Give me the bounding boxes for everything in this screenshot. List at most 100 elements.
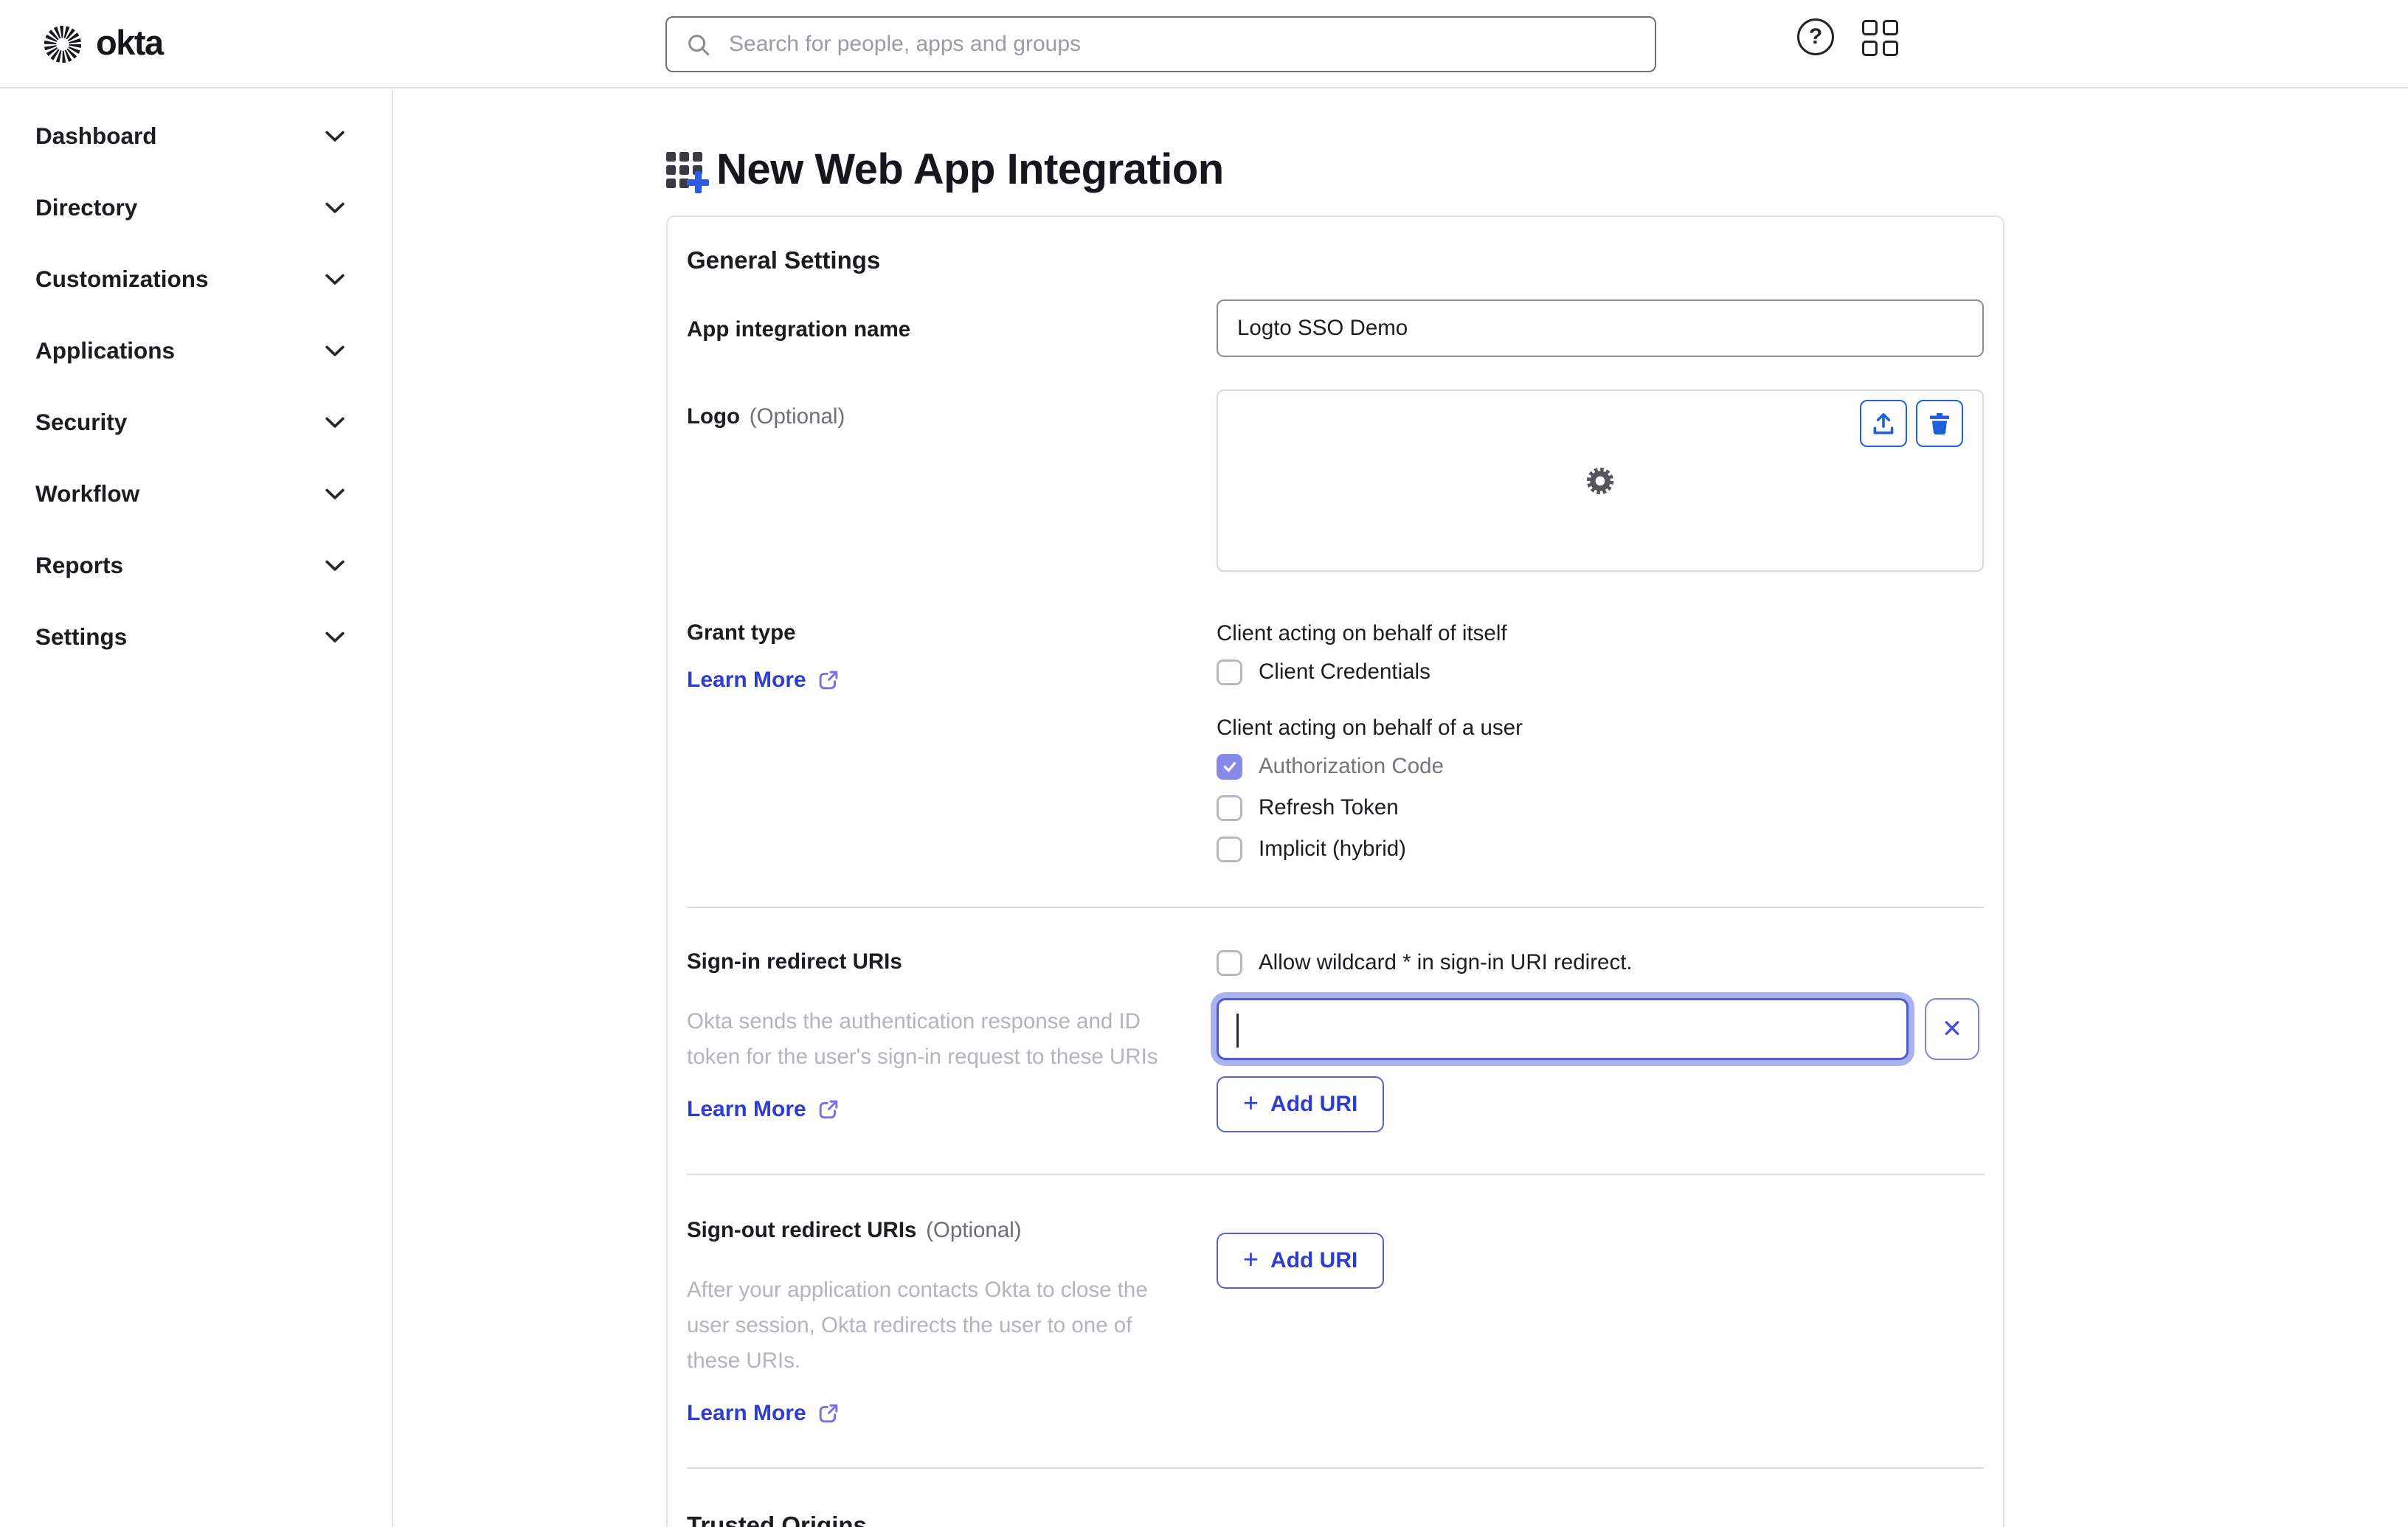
app-name-label: App integration name [687, 317, 911, 342]
logo-optional-label [744, 404, 750, 429]
refresh-token-checkbox[interactable] [1217, 794, 1242, 821]
sidebar-item-label: Settings [35, 623, 128, 650]
implicit-hybrid-checkbox[interactable] [1217, 836, 1242, 862]
sign-out-add-uri-button[interactable]: + Add URI [1217, 1233, 1385, 1289]
sign-in-redirect-row: Sign-in redirect URIs Okta sends the aut… [687, 949, 1984, 1132]
checkbox-label: Refresh Token [1259, 795, 1399, 820]
sign-in-uri-input[interactable] [1217, 998, 1909, 1060]
sidebar-item-settings[interactable]: Settings [0, 601, 392, 673]
chevron-down-icon [325, 202, 345, 213]
learn-more-text: Learn More [687, 668, 806, 692]
section-divider [687, 1467, 1984, 1469]
upload-logo-button[interactable] [1860, 400, 1907, 447]
chevron-down-icon [325, 131, 345, 142]
delete-logo-button[interactable] [1916, 400, 1963, 447]
sidebar-item-applications[interactable]: Applications [0, 315, 392, 387]
client-credentials-checkbox-row[interactable]: Client Credentials [1217, 656, 1984, 688]
plus-icon [687, 170, 709, 193]
new-app-integration-icon [666, 150, 709, 193]
learn-more-text: Learn More [687, 1401, 806, 1425]
sidebar-item-directory[interactable]: Directory [0, 172, 392, 243]
general-settings-heading: General Settings [687, 246, 881, 274]
brand-wordmark: okta [96, 22, 164, 62]
checkbox-label: Allow wildcard * in sign-in URI redirect… [1259, 950, 1633, 974]
checkbox-label: Authorization Code [1259, 754, 1444, 778]
help-button[interactable]: ? [1797, 18, 1834, 55]
grid-square [1883, 41, 1898, 56]
logo-dropzone[interactable] [1217, 389, 1984, 572]
gear-icon [1586, 467, 1614, 494]
client-itself-heading: Client acting on behalf of itself [1217, 621, 1507, 645]
sidebar-item-label: Dashboard [35, 122, 157, 149]
sidebar-nav: Dashboard Directory Customizations Appli… [0, 90, 393, 1527]
page-title: New Web App Integration [716, 145, 1224, 193]
sign-out-learn-more-link[interactable]: Learn More [687, 1401, 840, 1426]
sign-out-optional-text: (Optional) [926, 1218, 1022, 1242]
chevron-down-icon [325, 417, 345, 428]
sign-out-optional-space [920, 1218, 926, 1242]
general-settings-card: General Settings App integration name Lo… [666, 215, 2004, 1527]
section-divider [687, 1174, 1984, 1175]
text-caret [1236, 1014, 1239, 1048]
chevron-down-icon [325, 274, 345, 285]
grant-type-label: Grant type [687, 620, 796, 645]
grid-square [1883, 20, 1898, 35]
sign-in-label: Sign-in redirect URIs [687, 949, 902, 974]
trusted-origins-heading: Trusted Origins [687, 1512, 867, 1527]
main-content: New Web App Integration General Settings… [395, 90, 2408, 1527]
chevron-down-icon [325, 488, 345, 499]
chevron-down-icon [325, 560, 345, 571]
global-search-input[interactable] [665, 16, 1656, 72]
authorization-code-checkbox-row[interactable]: Authorization Code [1217, 750, 1984, 783]
grid-square [1862, 20, 1878, 35]
client-credentials-checkbox[interactable] [1217, 659, 1242, 685]
authorization-code-checkbox[interactable] [1217, 753, 1242, 780]
refresh-token-checkbox-row[interactable]: Refresh Token [1217, 792, 1984, 824]
remove-uri-button[interactable]: ✕ [1925, 998, 1979, 1060]
wildcard-checkbox-row[interactable]: Allow wildcard * in sign-in URI redirect… [1217, 946, 1984, 979]
external-link-icon [819, 1100, 838, 1119]
add-uri-label: Add URI [1270, 1248, 1358, 1272]
client-user-heading: Client acting on behalf of a user [1217, 716, 1523, 740]
sidebar-item-label: Customizations [35, 266, 209, 292]
grid-square [1862, 41, 1878, 56]
sidebar-item-customizations[interactable]: Customizations [0, 243, 392, 315]
sign-in-learn-more-link[interactable]: Learn More [687, 1097, 840, 1122]
sidebar-item-security[interactable]: Security [0, 387, 392, 458]
sidebar-item-label: Reports [35, 552, 124, 578]
learn-more-text: Learn More [687, 1097, 806, 1121]
app-name-row: App integration name [687, 299, 1984, 357]
logo-row: Logo (Optional) [687, 389, 1984, 572]
plus-icon: + [1243, 1244, 1259, 1274]
sign-in-add-uri-button[interactable]: + Add URI [1217, 1076, 1385, 1132]
chevron-down-icon [325, 631, 345, 643]
okta-logo[interactable]: okta [41, 0, 164, 89]
sidebar-item-dashboard[interactable]: Dashboard [0, 100, 392, 172]
external-link-icon [819, 671, 838, 690]
sidebar-item-label: Workflow [35, 480, 140, 507]
grant-type-row: Grant type Learn More Client acting on b… [687, 620, 1984, 865]
app-integration-name-input[interactable] [1217, 299, 1984, 357]
sidebar-item-workflow[interactable]: Workflow [0, 458, 392, 530]
okta-sunburst-icon [44, 25, 82, 63]
logo-optional-text: (Optional) [749, 404, 845, 429]
checkbox-label: Implicit (hybrid) [1259, 837, 1406, 861]
sidebar-item-label: Directory [35, 194, 138, 221]
search-icon [688, 35, 710, 56]
top-header: okta ? [0, 0, 2408, 89]
grant-learn-more-link[interactable]: Learn More [687, 668, 840, 693]
wildcard-checkbox[interactable] [1217, 949, 1242, 976]
apps-grid-icon[interactable] [1862, 20, 1899, 56]
add-uri-label: Add URI [1270, 1092, 1358, 1116]
sidebar-item-label: Applications [35, 337, 176, 364]
trash-icon [1930, 413, 1949, 435]
upload-icon [1873, 413, 1894, 434]
section-divider [687, 907, 1984, 908]
sidebar-item-label: Security [35, 409, 128, 435]
logo-label: Logo [687, 404, 741, 429]
sign-in-description: Okta sends the authentication response a… [687, 1009, 1158, 1069]
sign-out-label: Sign-out redirect URIs [687, 1218, 917, 1242]
sidebar-item-reports[interactable]: Reports [0, 530, 392, 601]
external-link-icon [819, 1404, 838, 1423]
implicit-hybrid-checkbox-row[interactable]: Implicit (hybrid) [1217, 833, 1984, 865]
